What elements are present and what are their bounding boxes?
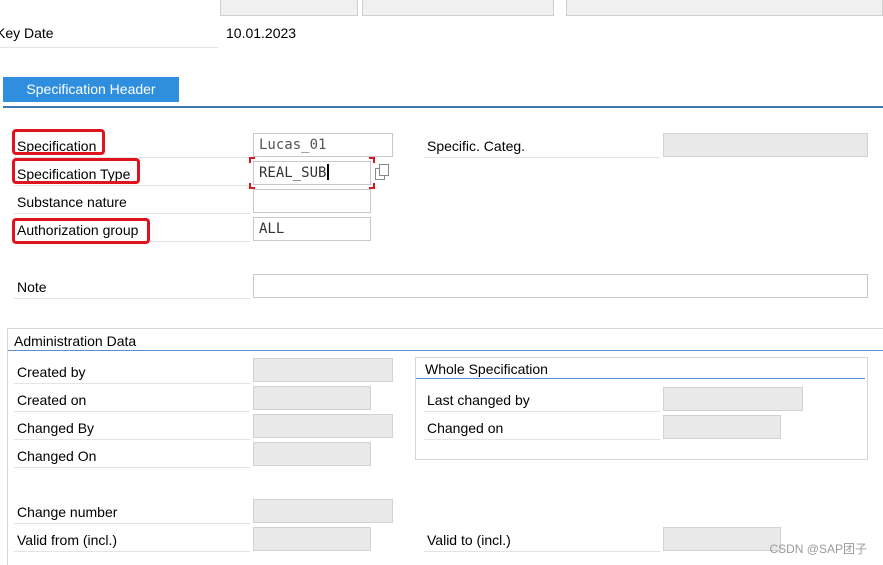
last-changed-by-label: Last changed by: [427, 392, 530, 408]
note-underline: [14, 298, 250, 299]
whole-changed-on-field[interactable]: [663, 415, 781, 439]
text-cursor: [327, 164, 330, 180]
specific-categ-underline: [424, 157, 660, 158]
administration-title: Administration Data: [14, 333, 137, 349]
specification-type-value: REAL_SUB: [259, 165, 327, 181]
administration-frame-top: [7, 328, 883, 329]
top-field-3: [566, 0, 883, 16]
administration-frame-left: [7, 328, 8, 565]
valid-to-label: Valid to (incl.): [427, 532, 511, 548]
changed-by-field[interactable]: [253, 414, 393, 438]
created-by-label: Created by: [17, 364, 86, 380]
changed-by-label: Changed By: [17, 420, 95, 436]
specific-categ-field[interactable]: [663, 133, 868, 157]
highlight-specification-type: [12, 158, 140, 184]
created-by-field[interactable]: [253, 358, 393, 382]
valid-from-label: Valid from (incl.): [17, 532, 118, 548]
valid-to-underline: [424, 551, 660, 552]
last-changed-by-underline: [424, 411, 660, 412]
whole-specification-title: Whole Specification: [425, 361, 548, 377]
specification-field[interactable]: Lucas_01: [253, 133, 393, 157]
specification-type-underline: [14, 185, 250, 186]
changed-on-label: Changed On: [17, 448, 97, 464]
highlight-specification: [12, 129, 105, 155]
valid-from-field[interactable]: [253, 527, 371, 551]
created-by-underline: [14, 383, 250, 384]
whole-changed-on-label: Changed on: [427, 420, 504, 436]
tab-strip-underline: [3, 106, 883, 108]
valid-from-underline: [14, 551, 250, 552]
administration-title-line: [8, 350, 883, 351]
valid-to-field[interactable]: [663, 527, 781, 551]
focus-corner-tl: [249, 157, 255, 163]
whole-changed-on-underline: [424, 439, 660, 440]
created-on-underline: [14, 411, 250, 412]
change-number-underline: [14, 523, 250, 524]
tab-specification-header[interactable]: Specification Header: [3, 77, 179, 102]
created-on-label: Created on: [17, 392, 87, 408]
note-label: Note: [17, 279, 47, 295]
key-date-value: 10.01.2023: [226, 25, 297, 41]
change-number-label: Change number: [17, 504, 118, 520]
value-help-icon[interactable]: [374, 163, 390, 181]
created-on-field[interactable]: [253, 386, 371, 410]
changed-by-underline: [14, 439, 250, 440]
top-field-2: [362, 0, 554, 16]
changed-on-underline: [14, 467, 250, 468]
note-field[interactable]: [253, 274, 868, 298]
substance-nature-label: Substance nature: [17, 194, 127, 210]
change-number-field[interactable]: [253, 499, 393, 523]
highlight-authorization-group: [12, 218, 150, 244]
substance-nature-underline: [14, 213, 250, 214]
specific-categ-label: Specific. Categ.: [427, 138, 526, 154]
last-changed-by-field[interactable]: [663, 387, 803, 411]
substance-nature-field[interactable]: [253, 189, 371, 213]
changed-on-field[interactable]: [253, 442, 371, 466]
watermark-text: CSDN @SAP团子: [769, 542, 867, 556]
key-date-underline: [0, 47, 218, 48]
top-field-1: [220, 0, 358, 16]
specification-type-field[interactable]: REAL_SUB: [253, 161, 371, 185]
authorization-group-field[interactable]: ALL: [253, 217, 371, 241]
key-date-label: Key Date: [0, 25, 54, 41]
whole-specification-title-line: [416, 378, 865, 379]
